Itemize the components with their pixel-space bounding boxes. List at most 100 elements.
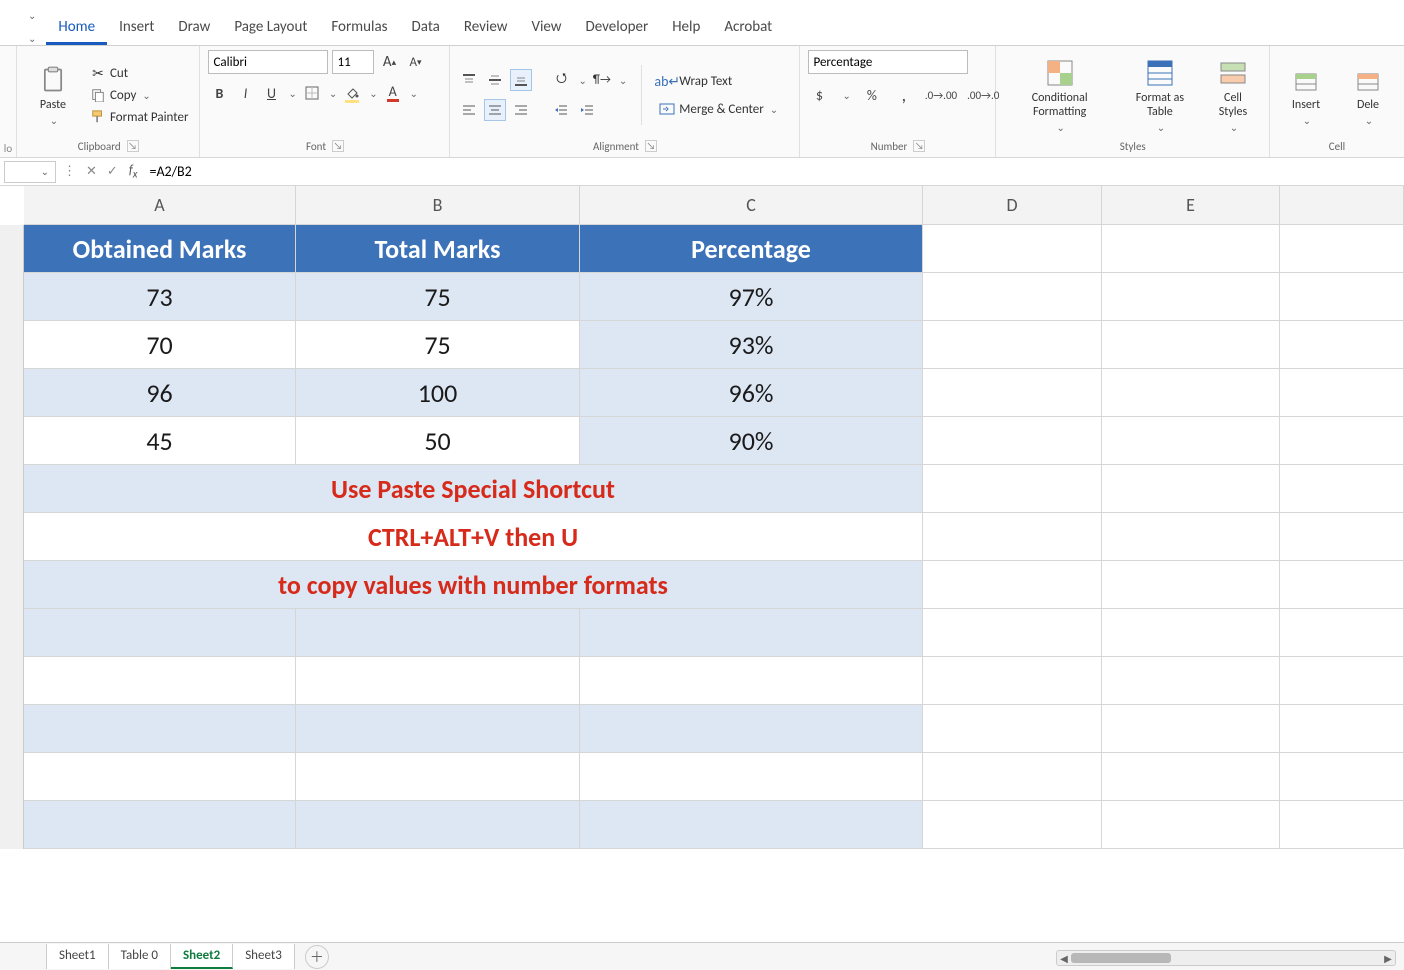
cell[interactable] (580, 705, 923, 753)
cell[interactable] (580, 657, 923, 705)
cell[interactable] (1280, 513, 1404, 561)
fx-icon[interactable]: fx (125, 163, 142, 181)
table-row[interactable]: 90% (580, 417, 923, 465)
note-row[interactable]: CTRL+ALT+V then U (24, 513, 923, 561)
align-left-icon[interactable] (458, 99, 480, 121)
merge-chevron[interactable]: ⌄ (770, 103, 778, 116)
cell[interactable] (24, 705, 296, 753)
cell[interactable] (1280, 561, 1404, 609)
number-launcher-icon[interactable]: ↘ (913, 140, 925, 152)
cell[interactable] (1102, 657, 1280, 705)
underline-chevron[interactable]: ⌄ (288, 87, 296, 100)
table-row[interactable]: 100 (296, 369, 580, 417)
scroll-left-icon[interactable]: ◀ (1057, 951, 1071, 965)
formula-input[interactable] (145, 163, 1404, 180)
font-size-select[interactable] (332, 50, 374, 74)
ltr-icon[interactable]: ¶→ (591, 69, 613, 91)
cell[interactable] (923, 753, 1102, 801)
decrease-font-icon[interactable]: A▾ (404, 51, 426, 73)
cond-chevron[interactable]: ⌄ (1056, 121, 1064, 134)
comma-button[interactable]: , (893, 84, 915, 106)
cell[interactable] (296, 657, 580, 705)
col-header-F[interactable] (1280, 186, 1404, 225)
cell[interactable] (1280, 801, 1404, 849)
cs-chevron[interactable]: ⌄ (1230, 121, 1238, 134)
cell[interactable] (923, 417, 1102, 465)
cell[interactable] (1102, 273, 1280, 321)
cell[interactable] (1102, 753, 1280, 801)
col-header-C[interactable]: C (580, 186, 923, 225)
ribbon-tab-view[interactable]: View (519, 10, 573, 45)
cell[interactable] (24, 753, 296, 801)
sheet-tab-sheet1[interactable]: Sheet1 (46, 944, 109, 969)
ltr-chevron[interactable]: ⌄ (619, 74, 627, 87)
cell[interactable] (1280, 753, 1404, 801)
cell[interactable] (923, 369, 1102, 417)
cell[interactable] (1280, 321, 1404, 369)
ribbon-tab-insert[interactable]: Insert (107, 10, 166, 45)
font-color-button[interactable]: A (382, 82, 404, 104)
cell[interactable] (296, 753, 580, 801)
clipboard-launcher-icon[interactable]: ↘ (127, 140, 139, 152)
cell[interactable] (1102, 417, 1280, 465)
orientation-chevron[interactable]: ⌄ (578, 74, 586, 87)
cell-styles-button[interactable]: Cell Styles⌄ (1205, 55, 1261, 136)
cell[interactable] (1280, 657, 1404, 705)
underline-button[interactable]: U (260, 82, 282, 104)
cell[interactable] (580, 801, 923, 849)
cell[interactable] (1280, 417, 1404, 465)
increase-decimal-icon[interactable]: .0→.00 (925, 84, 957, 106)
number-format-select[interactable] (808, 50, 968, 74)
ribbon-tab-data[interactable]: Data (400, 10, 452, 45)
cell[interactable] (1102, 225, 1280, 273)
cell[interactable] (1102, 465, 1280, 513)
cell[interactable] (24, 609, 296, 657)
conditional-formatting-button[interactable]: Conditional Formatting⌄ (1004, 55, 1114, 136)
cell[interactable] (923, 225, 1102, 273)
paste-chevron-icon[interactable]: ⌄ (50, 114, 58, 127)
align-bottom-icon[interactable] (510, 69, 532, 91)
cell[interactable] (923, 321, 1102, 369)
redo-chevron[interactable]: ⌄ (28, 32, 36, 45)
percent-button[interactable]: % (861, 84, 883, 106)
align-middle-icon[interactable] (484, 69, 506, 91)
format-as-table-button[interactable]: Format as Table⌄ (1121, 55, 1199, 136)
ribbon-tab-draw[interactable]: Draw (166, 10, 222, 45)
cell[interactable] (923, 705, 1102, 753)
cell[interactable] (923, 801, 1102, 849)
ribbon-tab-formulas[interactable]: Formulas (319, 10, 399, 45)
add-sheet-button[interactable]: ＋ (305, 945, 329, 969)
col-header-D[interactable]: D (923, 186, 1102, 225)
cell[interactable] (1280, 705, 1404, 753)
cell[interactable] (24, 801, 296, 849)
insert-chevron[interactable]: ⌄ (1303, 114, 1311, 127)
cell[interactable] (24, 657, 296, 705)
cell[interactable] (1102, 705, 1280, 753)
increase-font-icon[interactable]: A▴ (378, 51, 400, 73)
horizontal-scrollbar[interactable]: ◀ ▶ (1056, 950, 1396, 966)
sheet-tab-sheet3[interactable]: Sheet3 (233, 944, 295, 969)
delete-chevron[interactable]: ⌄ (1365, 114, 1373, 127)
header-percentage[interactable]: Percentage (580, 225, 923, 273)
sheet-tab-sheet2[interactable]: Sheet2 (171, 944, 233, 969)
fat-chevron[interactable]: ⌄ (1157, 121, 1165, 134)
cut-button[interactable]: ✂ Cut (87, 63, 192, 83)
decrease-indent-icon[interactable] (550, 99, 572, 121)
cell[interactable] (1280, 369, 1404, 417)
accept-formula-icon[interactable]: ✓ (104, 164, 121, 179)
fill-chevron[interactable]: ⌄ (369, 87, 377, 100)
decrease-decimal-icon[interactable]: .00→.0 (967, 84, 999, 106)
table-row[interactable]: 96% (580, 369, 923, 417)
accounting-chevron[interactable]: ⌄ (842, 89, 850, 102)
align-right-icon[interactable] (510, 99, 532, 121)
delete-cells-button[interactable]: Dele⌄ (1340, 62, 1396, 129)
table-row[interactable]: 45 (24, 417, 296, 465)
cell[interactable] (1102, 801, 1280, 849)
ribbon-tab-help[interactable]: Help (660, 10, 712, 45)
note-row[interactable]: Use Paste Special Shortcut (24, 465, 923, 513)
scroll-thumb[interactable] (1071, 953, 1171, 963)
ribbon-tab-page-layout[interactable]: Page Layout (222, 10, 319, 45)
table-row[interactable]: 73 (24, 273, 296, 321)
ribbon-tab-developer[interactable]: Developer (574, 10, 661, 45)
copy-button[interactable]: Copy ⌄ (87, 85, 192, 105)
